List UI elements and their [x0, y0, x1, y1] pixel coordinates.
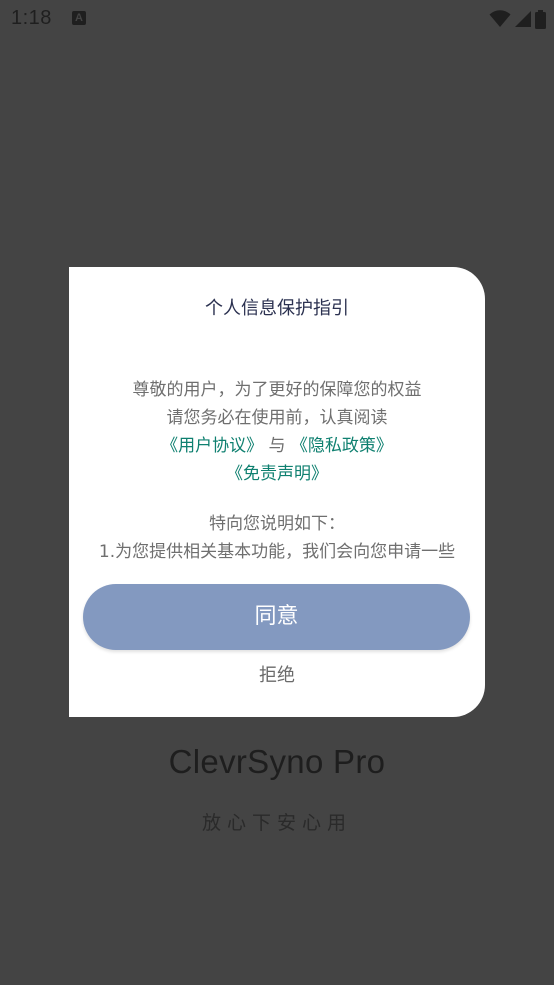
disclaimer-link[interactable]: 《免责声明》: [226, 464, 328, 484]
body-line-greeting: 尊敬的用户，为了更好的保障您的权益: [132, 380, 422, 400]
battery-icon: [535, 9, 546, 29]
user-agreement-link[interactable]: 《用户协议》: [161, 436, 263, 456]
cellular-signal-icon: [514, 10, 532, 28]
agree-button[interactable]: 同意: [83, 584, 470, 650]
app-slogan: 放心下安心用: [201, 812, 352, 834]
body-line-explain: 特向您说明如下：: [209, 514, 345, 534]
status-bar: 1:18 A: [0, 0, 554, 38]
body-line-item-1: 1.为您提供相关基本功能，我们会向您申请一些: [98, 542, 456, 562]
body-line-read-notice: 请您务必在使用前，认真阅读: [166, 408, 388, 428]
status-icons: [489, 9, 546, 29]
privacy-dialog: 个人信息保护指引 尊敬的用户，为了更好的保障您的权益 请您务必在使用前，认真阅读…: [69, 267, 485, 717]
privacy-policy-link[interactable]: 《隐私政策》: [291, 436, 393, 456]
body-line-agreement-links: 《用户协议》 与 《隐私政策》: [69, 432, 485, 460]
and-text: 与: [263, 436, 291, 456]
reject-button[interactable]: 拒绝: [69, 661, 485, 687]
status-time: 1:18: [11, 7, 52, 29]
app-name: ClevrSyno Pro: [168, 743, 386, 780]
wifi-icon: [489, 10, 511, 28]
app-notification-icon: A: [72, 11, 86, 25]
dialog-title: 个人信息保护指引: [205, 298, 349, 319]
dialog-body: 尊敬的用户，为了更好的保障您的权益 请您务必在使用前，认真阅读 《用户协议》 与…: [69, 376, 485, 566]
body-line-disclaimer: 《免责声明》: [69, 460, 485, 488]
